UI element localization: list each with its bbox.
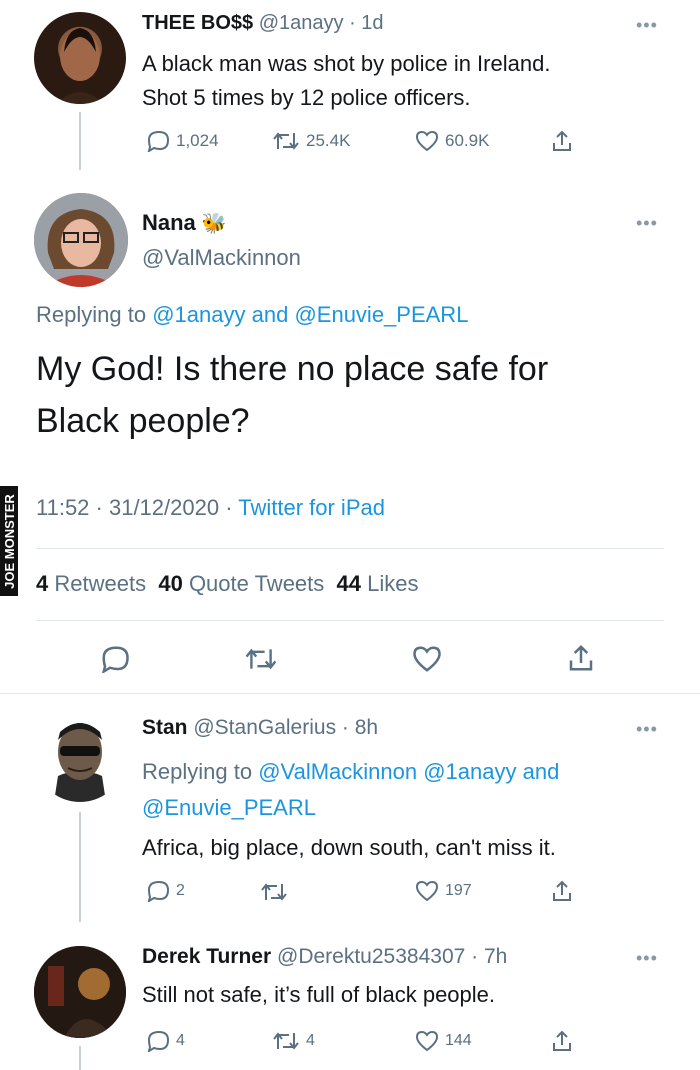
retweet-icon [273,132,299,150]
thread-line [79,812,81,922]
reply-icon [147,880,170,902]
retweet-icon [261,883,287,901]
retweet-icon [273,1032,299,1050]
share-icon [553,880,571,901]
divider [36,620,664,621]
avatar-cartoon-icon [54,723,106,802]
tweet-text: A black man was shot by police in Irelan… [142,51,551,110]
avatar-portrait-icon [34,193,128,287]
retweet-button[interactable]: 4 [272,1031,315,1051]
timestamp[interactable]: 8h [355,716,378,739]
source-link[interactable]: Twitter for iPad [238,495,385,520]
reply-button[interactable]: 2 [146,880,185,902]
tweet-text: Still not safe, it’s full of black peopl… [142,982,496,1007]
engagement-stats: 4 Retweets 40 Quote Tweets 44 Likes [36,571,418,597]
share-button[interactable] [566,643,596,673]
display-name[interactable]: Stan [142,716,188,739]
section-divider [0,693,700,694]
tweet-text: My God! Is there no place safe for Black… [36,350,549,440]
divider [36,548,664,549]
like-button[interactable]: 197 [415,880,472,902]
reply-icon [147,130,170,152]
reply-button[interactable] [100,645,130,673]
heart-icon [415,1030,439,1052]
more-options-icon[interactable]: ••• [636,214,658,232]
handle[interactable]: @StanGalerius [193,716,336,739]
tweet-meta: 11:52 · 31/12/2020 · Twitter for iPad [36,495,385,521]
handle[interactable]: @ValMackinnon [142,245,301,271]
author-name-row: Nana 🐝 [142,210,227,236]
retweet-icon [245,648,277,670]
timestamp[interactable]: 1d [361,12,383,34]
reply-button[interactable]: 4 [146,1030,185,1052]
reply-icon [102,646,129,673]
bee-emoji-icon: 🐝 [201,211,227,235]
avatar[interactable] [34,710,126,802]
mention-link[interactable]: @1anayy [423,759,516,784]
watermark: JOE MONSTER [0,486,18,596]
heart-icon [415,130,439,152]
tweet-header: THEE BO$$ @1anayy · 1d [142,12,384,34]
retweet-button[interactable] [244,647,278,671]
mention-link[interactable]: @Enuvie_PEARL [294,302,468,327]
thread-line [79,1046,81,1070]
timestamp[interactable]: 11:52 · 31/12/2020 · [36,495,233,520]
heart-icon [415,880,439,902]
display-name[interactable]: THEE BO$$ [142,12,253,34]
like-button[interactable]: 60.9K [415,130,489,152]
mention-link[interactable]: @Enuvie_PEARL [142,795,316,820]
replying-to: Replying to @1anayy and @Enuvie_PEARL [36,302,469,327]
like-button[interactable]: 144 [415,1030,472,1052]
display-name[interactable]: Derek Turner [142,945,271,968]
share-icon [569,644,593,671]
tweet-text: Africa, big place, down south, can't mis… [142,835,556,860]
mention-link[interactable]: @1anayy [152,302,245,327]
avatar-portrait-icon [56,28,104,104]
share-button[interactable] [550,1029,574,1053]
share-icon [553,130,571,151]
likes-stat[interactable]: 44 Likes [337,571,419,596]
more-options-icon[interactable]: ••• [636,949,658,967]
avatar[interactable] [34,946,126,1038]
share-icon [553,1030,571,1051]
retweet-button[interactable] [260,882,288,902]
mention-link[interactable]: @ValMackinnon [258,759,417,784]
reply-icon [147,1030,170,1052]
tweet-header: Derek Turner @Derektu25384307 · 7h [142,945,508,968]
replying-to: Replying to @ValMackinnon @1anayy and @E… [142,759,560,820]
timestamp[interactable]: 7h [484,945,507,968]
like-button[interactable] [412,645,442,673]
share-button[interactable] [550,129,574,153]
avatar[interactable] [34,12,126,104]
handle[interactable]: @1anayy [259,12,344,34]
more-options-icon[interactable]: ••• [636,16,658,34]
display-name[interactable]: Nana [142,210,196,235]
thread-line [79,112,81,170]
handle[interactable]: @Derektu25384307 [277,945,465,968]
share-button[interactable] [550,879,574,903]
reply-button[interactable]: 1,024 [146,130,219,152]
avatar-photo-icon [34,946,126,1038]
avatar[interactable] [34,193,128,287]
quote-tweets-stat[interactable]: 40 Quote Tweets [158,571,324,596]
tweet-header: Stan @StanGalerius · 8h [142,716,379,739]
retweets-stat[interactable]: 4 Retweets [36,571,146,596]
heart-icon [413,646,441,672]
retweet-button[interactable]: 25.4K [272,131,350,151]
more-options-icon[interactable]: ••• [636,720,658,738]
